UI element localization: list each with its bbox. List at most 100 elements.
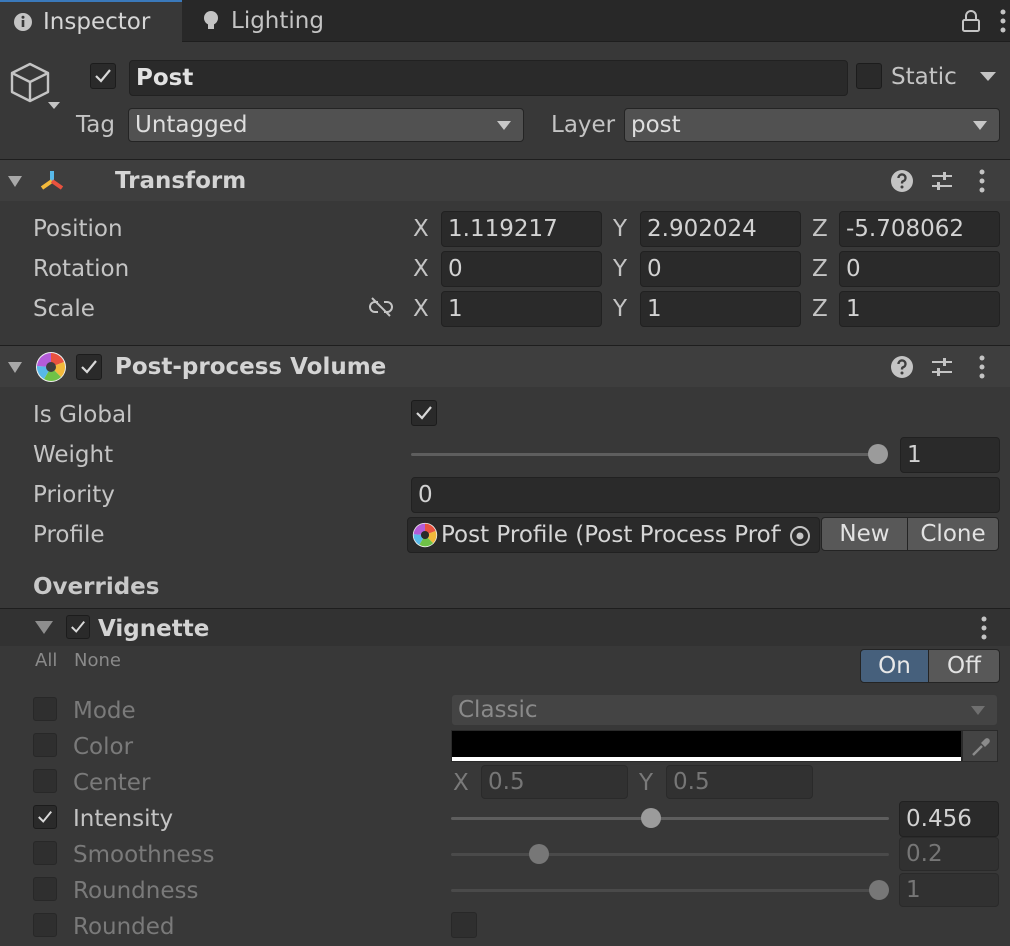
rotation-y-field[interactable]: 0 xyxy=(640,251,801,287)
tab-lighting[interactable]: Lighting xyxy=(184,0,354,42)
transform-header[interactable]: Transform xyxy=(0,159,1010,201)
center-label: Center xyxy=(73,770,151,796)
intensity-field[interactable]: 0.456 xyxy=(899,801,999,837)
tab-inspector-label: Inspector xyxy=(43,8,151,35)
rotation-x-axis[interactable]: X xyxy=(413,258,429,281)
weight-slider-thumb[interactable] xyxy=(868,444,889,464)
weight-field[interactable]: 1 xyxy=(900,437,1000,473)
lock-icon[interactable] xyxy=(961,10,981,32)
intensity-override-checkbox[interactable] xyxy=(33,805,57,829)
more-vertical-icon[interactable] xyxy=(977,355,987,379)
clone-profile-button[interactable]: Clone xyxy=(907,517,999,551)
layer-dropdown[interactable]: post xyxy=(624,108,1000,142)
gameobject-name-input[interactable]: Post xyxy=(129,60,848,96)
position-y-field[interactable]: 2.902024 xyxy=(640,211,801,247)
smoothness-field[interactable]: 0.2 xyxy=(899,837,999,871)
unlinked-scale-icon[interactable] xyxy=(368,296,394,318)
preset-settings-icon[interactable] xyxy=(930,169,954,193)
scale-x-axis[interactable]: X xyxy=(413,298,429,321)
scale-x-field[interactable]: 1 xyxy=(441,291,602,327)
scale-y-axis[interactable]: Y xyxy=(613,298,627,321)
vignette-header[interactable]: Vignette xyxy=(0,608,1010,646)
object-picker-icon[interactable] xyxy=(789,525,811,547)
help-icon[interactable] xyxy=(890,355,914,379)
rotation-label: Rotation xyxy=(33,256,130,282)
rotation-y-value: 0 xyxy=(647,255,662,282)
scale-z-field[interactable]: 1 xyxy=(839,291,1000,327)
chevron-down-icon xyxy=(973,121,987,130)
rotation-z-axis[interactable]: Z xyxy=(812,258,828,281)
more-vertical-icon[interactable] xyxy=(979,616,989,640)
vignette-enabled-checkbox[interactable] xyxy=(66,615,90,639)
rotation-z-value: 0 xyxy=(846,255,861,282)
position-z-field[interactable]: -5.708062 xyxy=(839,211,1000,247)
scale-z-axis[interactable]: Z xyxy=(812,298,828,321)
rounded-checkbox[interactable] xyxy=(451,912,477,938)
is-global-checkbox[interactable] xyxy=(411,400,437,426)
position-y-axis[interactable]: Y xyxy=(613,218,627,241)
off-toggle-button[interactable]: Off xyxy=(928,649,1000,683)
foldout-arrow-icon[interactable] xyxy=(35,621,53,634)
tab-inspector[interactable]: Inspector xyxy=(0,0,182,42)
center-x-field[interactable]: 0.5 xyxy=(481,765,628,799)
gameobject-name-value: Post xyxy=(136,64,194,91)
position-label: Position xyxy=(33,216,123,242)
center-override-checkbox[interactable] xyxy=(33,769,57,793)
roundness-slider-thumb[interactable] xyxy=(868,880,889,900)
rounded-label: Rounded xyxy=(73,914,175,940)
intensity-slider-track[interactable] xyxy=(451,817,889,820)
rotation-y-axis[interactable]: Y xyxy=(613,258,627,281)
color-swatch[interactable] xyxy=(451,730,962,762)
smoothness-override-checkbox[interactable] xyxy=(33,841,57,865)
mode-override-checkbox[interactable] xyxy=(33,697,57,721)
profile-object-field[interactable]: Post Profile (Post Process Profi xyxy=(407,517,820,553)
checkmark-icon xyxy=(81,360,97,374)
position-x-field[interactable]: 1.119217 xyxy=(441,211,602,247)
priority-field[interactable]: 0 xyxy=(411,477,1000,513)
scale-label: Scale xyxy=(33,296,95,322)
gameobject-active-checkbox[interactable] xyxy=(90,63,116,89)
foldout-arrow-icon[interactable] xyxy=(8,362,22,373)
color-override-checkbox[interactable] xyxy=(33,733,57,757)
static-dropdown-arrow[interactable] xyxy=(980,72,996,81)
weight-slider-track[interactable] xyxy=(411,453,881,456)
help-icon[interactable] xyxy=(890,169,914,193)
scale-y-field[interactable]: 1 xyxy=(640,291,801,327)
intensity-slider-thumb[interactable] xyxy=(640,808,661,828)
eyedropper-button[interactable] xyxy=(962,730,998,762)
post-process-volume-header[interactable]: Post-process Volume xyxy=(0,345,1010,387)
rounded-override-checkbox[interactable] xyxy=(33,913,57,937)
position-z-axis[interactable]: Z xyxy=(812,218,828,241)
tag-value: Untagged xyxy=(135,111,248,138)
mode-dropdown[interactable]: Classic xyxy=(451,694,998,726)
smoothness-slider-thumb[interactable] xyxy=(528,844,549,864)
center-x-axis[interactable]: X xyxy=(453,772,469,795)
scale-y-value: 1 xyxy=(647,295,662,322)
roundness-slider-track[interactable] xyxy=(451,889,889,892)
more-vertical-icon[interactable] xyxy=(998,9,1008,33)
smoothness-slider-track[interactable] xyxy=(451,853,889,856)
preset-settings-icon[interactable] xyxy=(930,355,954,379)
on-toggle-button[interactable]: On xyxy=(860,649,929,683)
volume-enabled-checkbox[interactable] xyxy=(76,354,102,380)
center-y-axis[interactable]: Y xyxy=(639,772,653,795)
roundness-field[interactable]: 1 xyxy=(899,873,999,907)
center-x-value: 0.5 xyxy=(488,768,525,795)
off-label: Off xyxy=(947,652,981,679)
clone-profile-label: Clone xyxy=(920,520,986,547)
tag-dropdown[interactable]: Untagged xyxy=(128,108,524,142)
more-vertical-icon[interactable] xyxy=(977,169,987,193)
new-profile-button[interactable]: New xyxy=(821,517,908,551)
rotation-z-field[interactable]: 0 xyxy=(839,251,1000,287)
all-link[interactable]: All xyxy=(35,652,57,670)
rotation-x-field[interactable]: 0 xyxy=(441,251,602,287)
tab-bar: Inspector Lighting xyxy=(0,0,1010,42)
foldout-arrow-icon[interactable] xyxy=(8,176,22,187)
static-checkbox[interactable] xyxy=(856,63,882,89)
none-link[interactable]: None xyxy=(74,652,121,670)
center-y-field[interactable]: 0.5 xyxy=(666,765,813,799)
roundness-override-checkbox[interactable] xyxy=(33,877,57,901)
gameobject-cube-icon xyxy=(10,62,60,109)
position-x-axis[interactable]: X xyxy=(413,218,429,241)
chevron-down-icon xyxy=(971,706,985,715)
